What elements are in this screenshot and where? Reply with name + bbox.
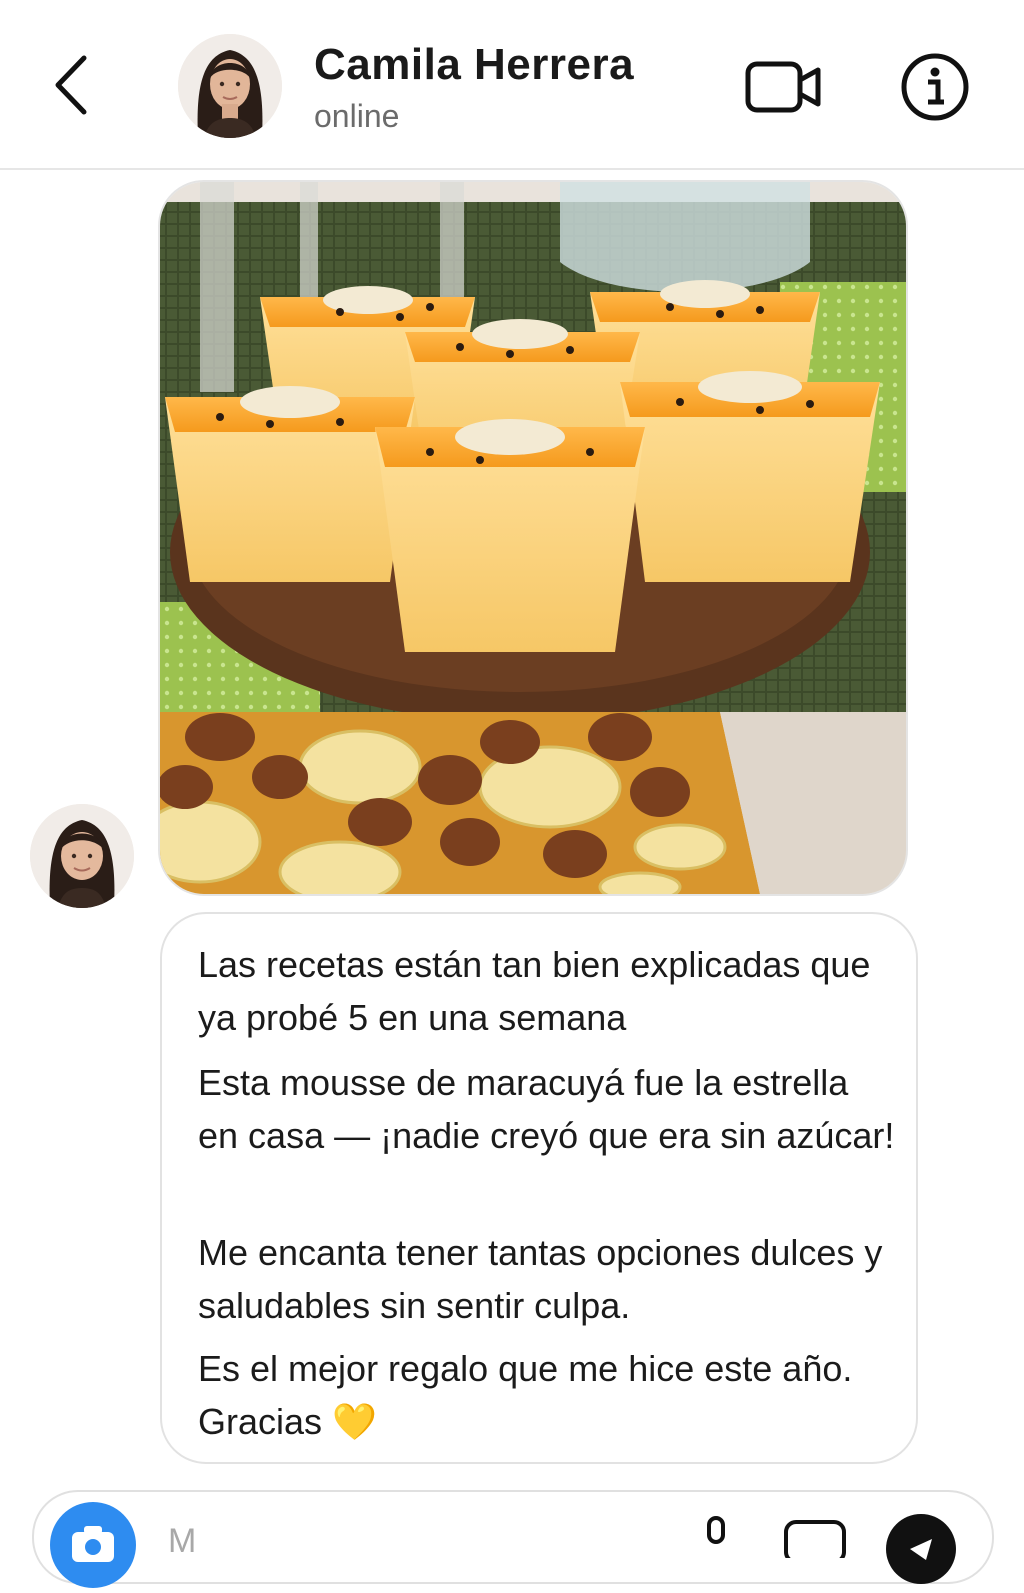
microphone-icon: [707, 1516, 725, 1544]
message-line: Esta mousse de maracuyá fue la estrella …: [198, 1062, 895, 1156]
woman-portrait-icon: [178, 34, 282, 138]
mousse-cup: [375, 419, 645, 652]
contact-name[interactable]: Camila Herrera: [314, 40, 634, 90]
dessert-photos: [160, 182, 906, 894]
banana-chocolate-cake-photo: [160, 712, 906, 894]
contact-avatar[interactable]: [178, 34, 282, 138]
gallery-icon: [784, 1520, 846, 1564]
message-line: Las recetas están tan bien explicadas qu…: [198, 944, 871, 1038]
text-message-bubble[interactable]: Las recetas están tan bien explicadas qu…: [160, 912, 918, 1464]
mousse-cup: [165, 386, 415, 582]
woman-portrait-icon: [30, 804, 134, 908]
camera-icon: [72, 1526, 114, 1562]
back-button[interactable]: [40, 50, 110, 120]
video-camera-icon: [745, 61, 821, 113]
mousse-de-maracuya-photo: [160, 182, 906, 722]
photo-message[interactable]: [158, 180, 908, 896]
microphone-button[interactable]: [700, 1516, 732, 1556]
camera-button[interactable]: [50, 1502, 136, 1588]
message-line: Es el mejor regalo que me hice este año.…: [198, 1348, 853, 1442]
gallery-button[interactable]: [782, 1518, 848, 1564]
send-icon: [910, 1539, 932, 1560]
sender-avatar[interactable]: [30, 804, 134, 908]
chat-header: Camila Herrera online: [0, 0, 1024, 170]
mousse-cup: [620, 371, 880, 582]
message-input-placeholder[interactable]: M: [168, 1522, 196, 1561]
message-line: Me encanta tener tantas opciones dulces …: [198, 1232, 883, 1326]
chevron-left-icon: [55, 55, 87, 115]
info-icon: [901, 53, 969, 121]
contact-status: online: [314, 98, 400, 134]
video-call-button[interactable]: [744, 56, 824, 120]
send-button[interactable]: [886, 1514, 956, 1584]
info-button[interactable]: [898, 50, 972, 124]
